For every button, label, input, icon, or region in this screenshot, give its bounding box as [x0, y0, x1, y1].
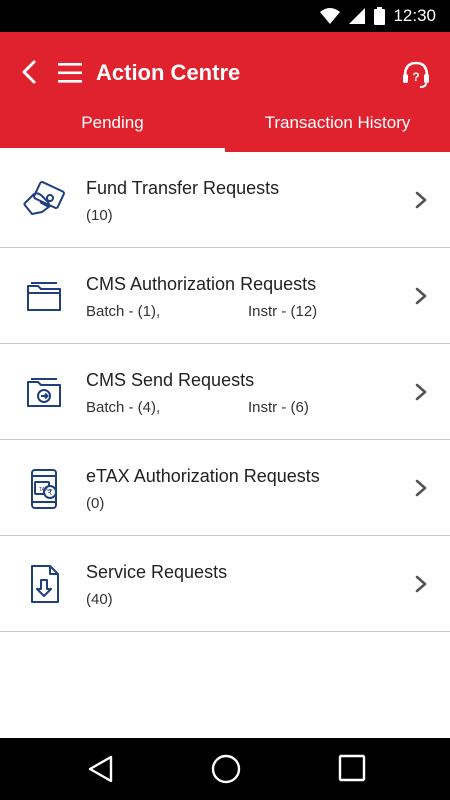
list-item-fund-transfer[interactable]: Fund Transfer Requests (10) [0, 152, 450, 248]
row-count: (0) [86, 495, 105, 512]
app-bar: Action Centre ? Pending Transaction Hist… [0, 32, 450, 152]
support-headset-icon[interactable]: ? [400, 58, 432, 90]
svg-text:₹: ₹ [47, 488, 52, 497]
wifi-icon [320, 8, 341, 24]
system-nav-bar [0, 738, 450, 800]
row-title: Service Requests [86, 562, 228, 582]
tab-bar: Pending Transaction History [0, 104, 450, 152]
hamburger-menu-icon[interactable] [58, 62, 82, 84]
chevron-right-icon [415, 575, 427, 593]
nav-back-icon[interactable] [86, 754, 116, 784]
row-batch-count: Batch - (1), [86, 303, 161, 320]
folder-icon [27, 282, 61, 311]
page-title: Action Centre [96, 60, 241, 85]
nav-recent-apps-icon[interactable] [338, 754, 366, 782]
row-instr-count: Instr - (6) [248, 399, 309, 416]
folder-send-icon [27, 378, 61, 407]
row-title: eTAX Authorization Requests [86, 466, 320, 486]
row-title: CMS Authorization Requests [86, 274, 317, 294]
svg-text:?: ? [412, 70, 419, 84]
hand-card-icon [23, 181, 65, 215]
tab-transaction-history[interactable]: Transaction History [225, 104, 450, 152]
battery-icon [374, 7, 386, 25]
list-item-cms-send[interactable]: CMS Send Requests Batch - (4), Instr - (… [0, 344, 450, 440]
row-count: (40) [86, 591, 113, 608]
list-item-cms-authorization[interactable]: CMS Authorization Requests Batch - (1), … [0, 248, 450, 344]
row-batch-count: Batch - (4), [86, 399, 161, 416]
row-count: (10) [86, 207, 113, 224]
row-title: CMS Send Requests [86, 370, 255, 390]
tab-pending[interactable]: Pending [0, 104, 225, 152]
chevron-right-icon [415, 191, 427, 209]
chevron-right-icon [415, 287, 427, 305]
row-title: Fund Transfer Requests [86, 178, 280, 198]
request-list: Fund Transfer Requests (10) CMS Authoriz… [0, 152, 450, 632]
list-item-etax-authorization[interactable]: TAX ₹ eTAX Authorization Requests (0) [0, 440, 450, 536]
row-instr-count: Instr - (12) [248, 303, 318, 320]
chevron-right-icon [415, 479, 427, 497]
status-icons: 12:30 [320, 6, 436, 26]
download-document-icon [31, 565, 59, 603]
nav-home-icon[interactable] [210, 753, 242, 785]
status-bar: 12:30 [0, 0, 450, 32]
chevron-right-icon [415, 383, 427, 401]
list-item-service-requests[interactable]: Service Requests (40) [0, 536, 450, 632]
back-arrow-icon[interactable] [18, 60, 42, 84]
signal-icon [349, 8, 366, 24]
status-time: 12:30 [393, 6, 436, 25]
phone-tax-icon: TAX ₹ [31, 469, 57, 509]
